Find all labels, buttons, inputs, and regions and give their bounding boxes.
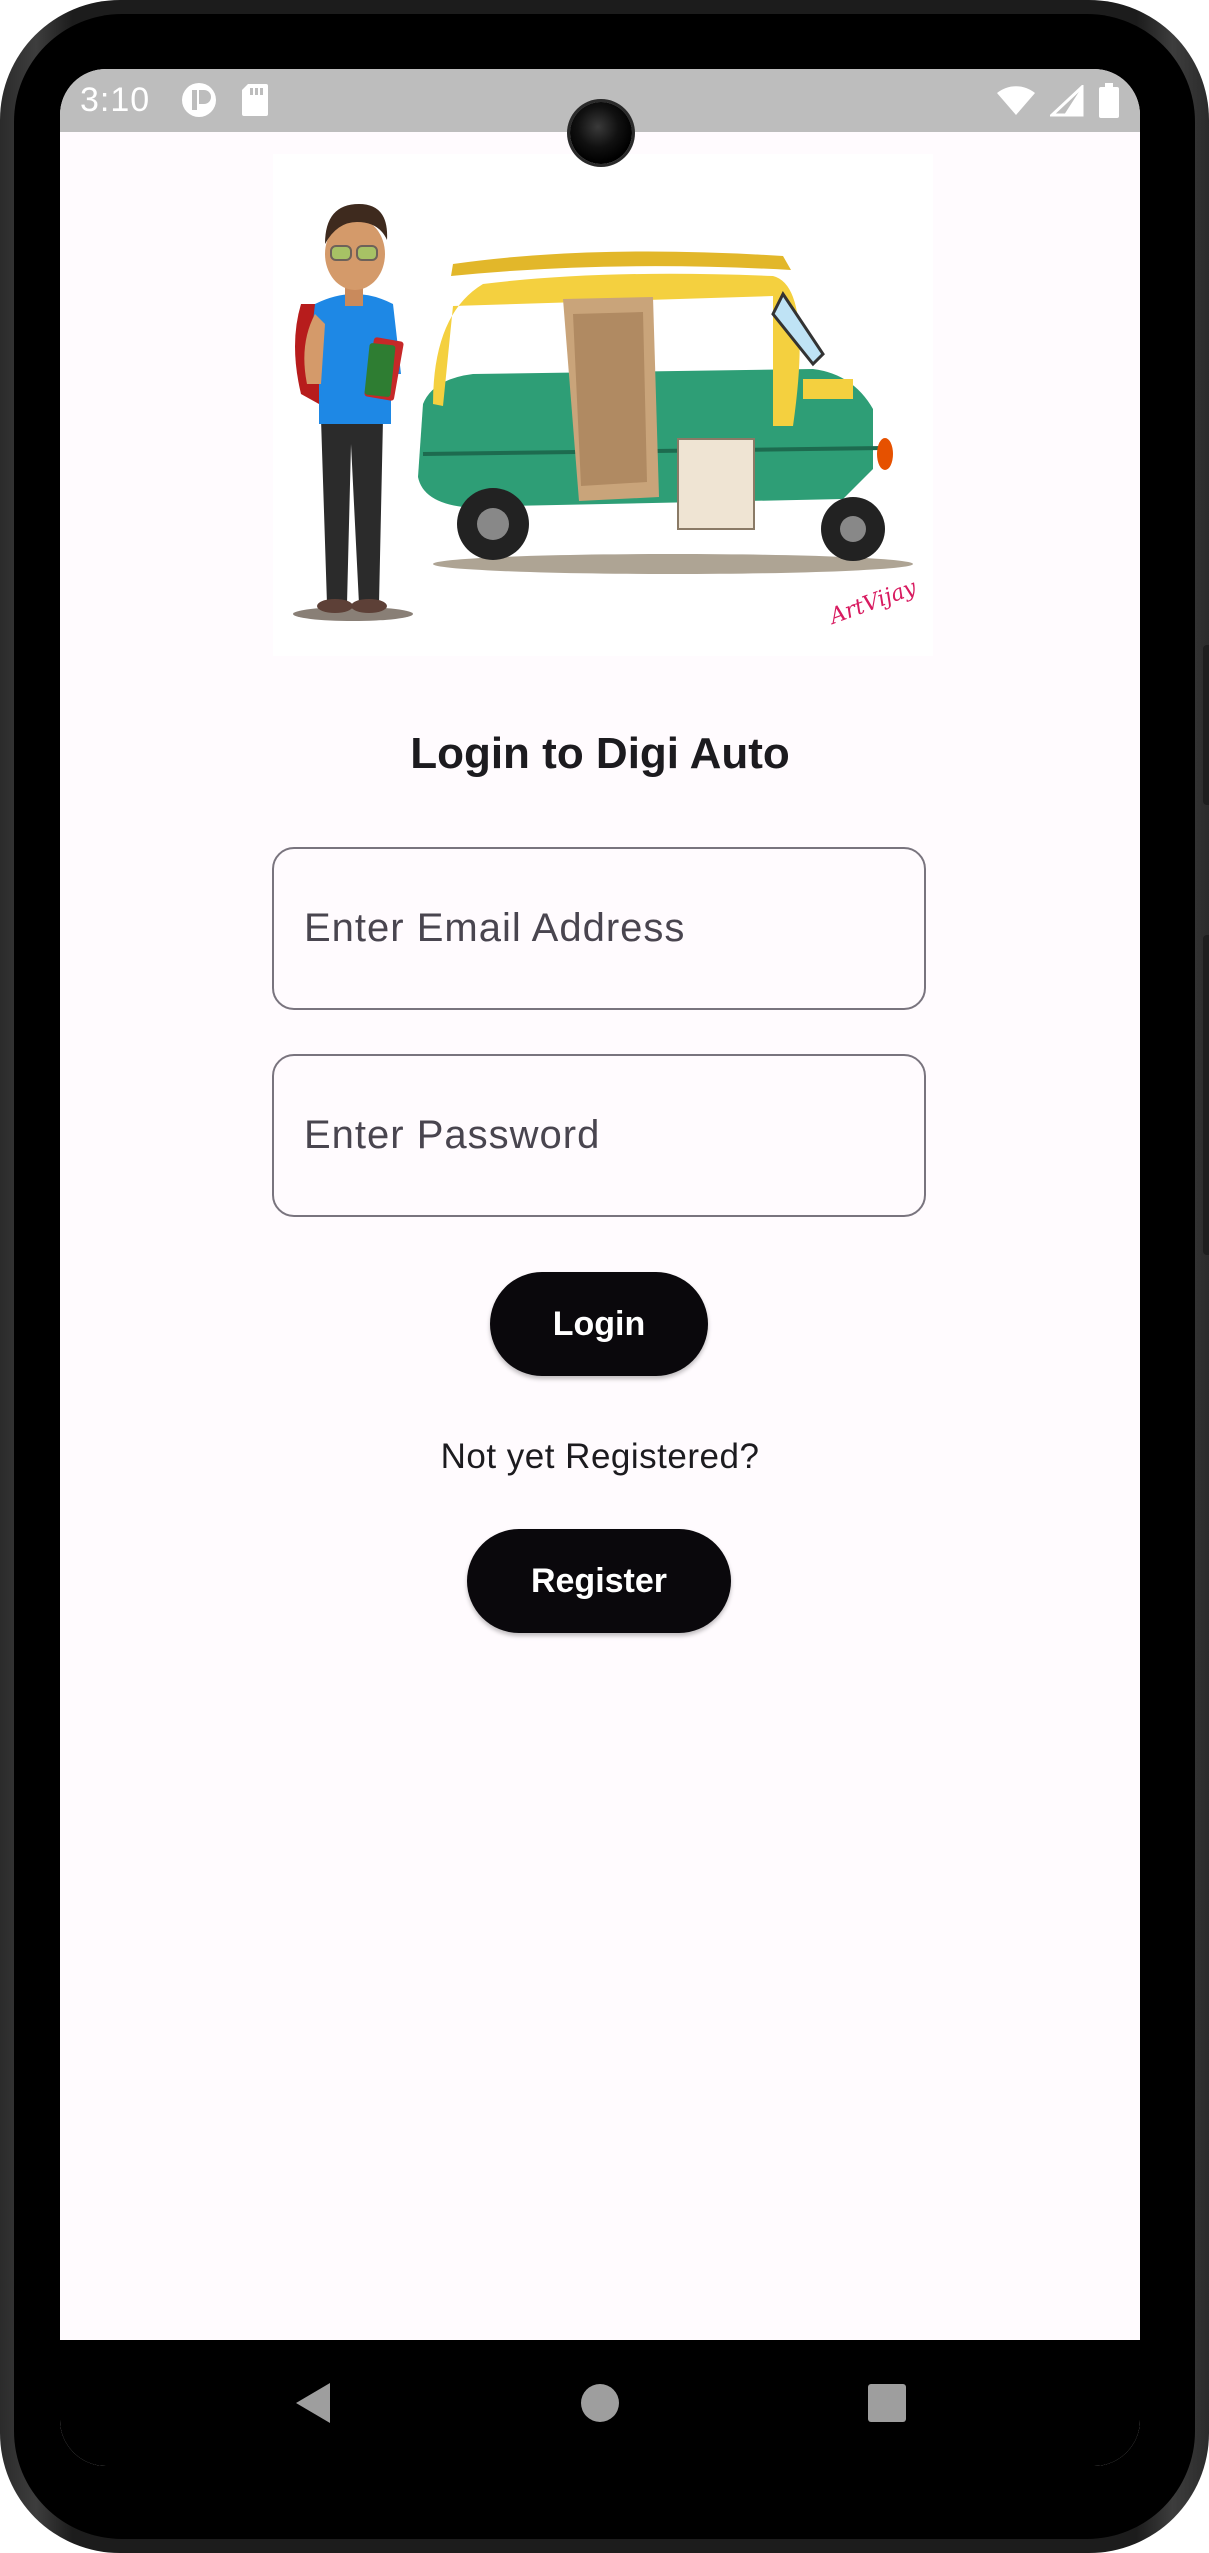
register-button[interactable]: Register (467, 1529, 731, 1633)
email-field[interactable]: Enter Email Address (272, 847, 926, 1010)
recents-icon[interactable] (854, 2370, 920, 2436)
status-time: 3:10 (80, 81, 151, 119)
wifi-icon (996, 85, 1036, 122)
home-icon[interactable] (567, 2370, 633, 2436)
app-notification-icon (180, 81, 218, 124)
navigation-bar (60, 2340, 1140, 2466)
password-field[interactable]: Enter Password (272, 1054, 926, 1217)
artist-signature: ArtVijay (825, 575, 921, 630)
sd-card-icon (240, 82, 270, 123)
register-prompt: Not yet Registered? (440, 1437, 760, 1476)
page-title: Login to Digi Auto (410, 729, 790, 778)
power-button (1203, 645, 1209, 805)
login-button[interactable]: Login (490, 1272, 708, 1376)
password-placeholder: Enter Password (304, 1113, 601, 1157)
email-placeholder: Enter Email Address (304, 906, 686, 950)
volume-button (1203, 935, 1209, 1255)
battery-icon (1098, 83, 1120, 124)
auto-rickshaw (418, 251, 893, 561)
hero-illustration: ArtVijay (273, 154, 933, 656)
student-figure (295, 204, 404, 613)
back-icon[interactable] (280, 2370, 346, 2436)
app-screen: 3:10 ArtVijay Login to Digi Auto Enter E… (60, 69, 1140, 2466)
cellular-signal-icon (1048, 83, 1084, 122)
front-camera (570, 102, 632, 164)
